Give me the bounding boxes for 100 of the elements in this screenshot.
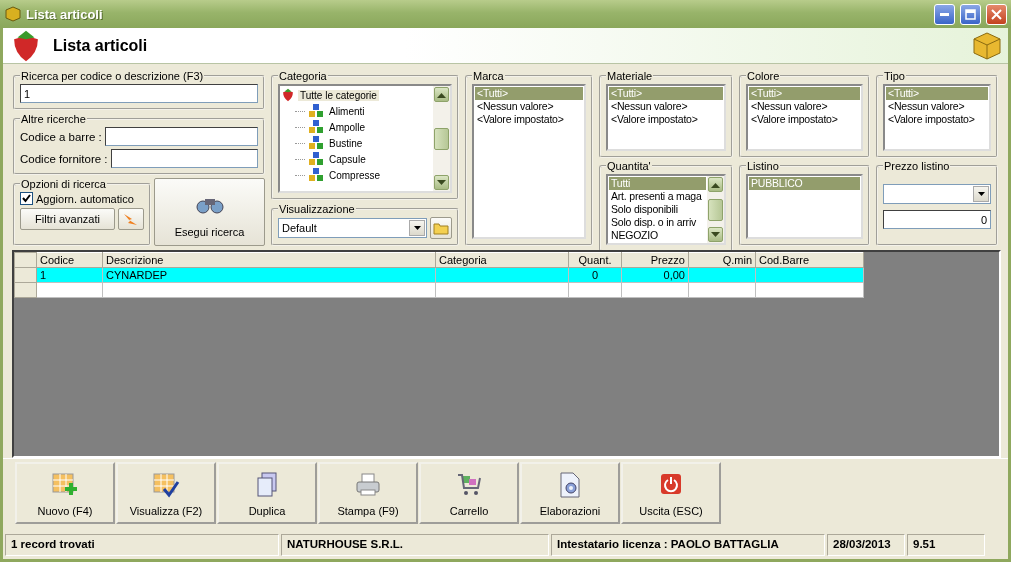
status-text: 28/03/2013: [827, 534, 905, 556]
tree-item[interactable]: Capsule: [327, 153, 368, 165]
column-header[interactable]: Descrizione: [102, 252, 436, 268]
column-header[interactable]: Q.min: [688, 252, 756, 268]
up-arrow-icon: [437, 91, 446, 98]
box-icon: [972, 30, 1002, 61]
list-item[interactable]: NEGOZIO: [609, 229, 706, 242]
list-box[interactable]: Tutti Art. presenti a maga Solo disponibili Solo disp. o in arriv NEGOZIO: [606, 174, 726, 245]
tree-item[interactable]: Alimenti: [327, 105, 367, 117]
table-cell: 0: [568, 267, 622, 283]
arrow-button[interactable]: [118, 208, 144, 230]
status-text: Intestatario licenza : PAOLO BATTAGLIA: [551, 534, 825, 556]
search-button[interactable]: Esegui ricerca: [154, 178, 265, 246]
list-item[interactable]: Solo disponibili: [609, 203, 706, 216]
table-cell: 1: [36, 267, 103, 283]
group-title: Ricerca per codice o descrizione (F3): [20, 70, 205, 82]
status-text: 9.51: [907, 534, 985, 556]
scroll-thumb[interactable]: [434, 127, 449, 150]
tree-item[interactable]: Tutte le categorie: [298, 89, 379, 101]
status-text: NATURHOUSE S.R.L.: [281, 534, 549, 556]
column-header[interactable]: Prezzo: [621, 252, 689, 268]
toolbar-button[interactable]: Nuovo (F4): [15, 462, 115, 524]
table-cell: CYNARDEP: [102, 267, 436, 283]
list-item[interactable]: Solo disp. o in arriv: [609, 216, 706, 229]
scroll-up-button[interactable]: [434, 87, 449, 102]
input-field[interactable]: [110, 149, 258, 168]
column-header[interactable]: Categoria: [435, 252, 569, 268]
cubes-icon: [308, 136, 324, 150]
input-field[interactable]: [104, 127, 258, 146]
scrollbar[interactable]: [707, 176, 724, 243]
cube-icon: [5, 6, 21, 22]
view-dropdown[interactable]: Default: [278, 218, 427, 238]
table-cell: 0,00: [621, 267, 689, 283]
list-item[interactable]: <Nessun valore>: [749, 100, 860, 113]
tree-item[interactable]: Bustine: [327, 137, 365, 149]
toolbar-button[interactable]: Visualizza (F2): [116, 462, 216, 524]
search-field[interactable]: 1: [20, 84, 258, 103]
group-title: Materiale: [606, 70, 654, 82]
list-item[interactable]: <Valore impostato>: [886, 113, 988, 126]
group-title: Colore: [746, 70, 781, 82]
grid-check-icon: [152, 471, 180, 499]
binoculars-icon: [194, 196, 225, 214]
list-item[interactable]: Art. presenti a maga: [609, 190, 706, 203]
minimize-button[interactable]: [934, 3, 955, 25]
list-item[interactable]: <Valore impostato>: [609, 113, 723, 126]
close-icon: [991, 8, 1002, 20]
down-arrow-icon: [711, 231, 720, 238]
list-item[interactable]: <Nessun valore>: [609, 100, 723, 113]
group-title: Listino: [746, 160, 780, 172]
list-box[interactable]: <Tutti> <Nessun valore> <Valore impostato>: [746, 84, 863, 151]
toolbar-button[interactable]: Elaborazioni: [520, 462, 620, 524]
window-title: Lista articoli: [26, 6, 104, 22]
scroll-up-button[interactable]: [708, 177, 723, 192]
list-item[interactable]: <Valore impostato>: [475, 113, 583, 126]
maximize-button[interactable]: [960, 3, 981, 25]
group-title: Categoria: [278, 70, 328, 82]
folder-button[interactable]: [430, 217, 452, 239]
down-arrow-icon: [437, 179, 446, 186]
folder-icon: [433, 221, 449, 235]
column-header[interactable]: Quant.: [568, 252, 622, 268]
group-title: Tipo: [883, 70, 906, 82]
checkbox-label: Aggiorn. automatico: [36, 192, 134, 205]
scroll-down-button[interactable]: [708, 227, 723, 242]
toolbar-button[interactable]: Stampa (F9): [318, 462, 418, 524]
printer-icon: [354, 471, 382, 499]
price-dropdown[interactable]: [883, 184, 991, 204]
scroll-down-button[interactable]: [434, 175, 449, 190]
cubes-icon: [308, 120, 324, 134]
close-button[interactable]: [986, 3, 1007, 25]
tree-item[interactable]: Compresse: [327, 169, 383, 181]
group-title: Prezzo listino: [883, 160, 951, 172]
group-title: Opzioni di ricerca: [20, 178, 107, 190]
scroll-thumb[interactable]: [708, 198, 723, 221]
list-item[interactable]: <Nessun valore>: [886, 100, 988, 113]
list-item[interactable]: <Nessun valore>: [475, 100, 583, 113]
category-tree[interactable]: Tutte le categorie Alimenti Ampolle Bustine Capsule Compresse: [278, 84, 452, 193]
column-header[interactable]: Cod.Barre: [755, 252, 864, 268]
maximize-icon: [965, 8, 976, 20]
list-box[interactable]: <Tutti> <Nessun valore> <Valore impostato>: [606, 84, 726, 151]
group-title: Marca: [472, 70, 505, 82]
cubes-icon: [308, 168, 324, 182]
minimize-icon: [940, 12, 949, 16]
group-title: Altre ricerche: [20, 113, 87, 125]
strawberry-icon: [281, 88, 295, 102]
toolbar-button[interactable]: Duplica: [217, 462, 317, 524]
field-label: Codice a barre :: [20, 130, 102, 143]
advanced-filters-button[interactable]: Filtri avanzati: [20, 208, 115, 230]
field-label: Codice fornitore :: [20, 152, 108, 165]
tree-item[interactable]: Ampolle: [327, 121, 368, 133]
list-box[interactable]: <Tutti> <Nessun valore> <Valore impostato>: [883, 84, 991, 151]
list-item[interactable]: <Valore impostato>: [749, 113, 860, 126]
toolbar-button[interactable]: Uscita (ESC): [621, 462, 721, 524]
scrollbar[interactable]: [433, 86, 450, 191]
list-box[interactable]: <Tutti> <Nessun valore> <Valore impostato>: [472, 84, 586, 239]
page-title: Lista articoli: [53, 36, 149, 55]
toolbar-button[interactable]: Carrello: [419, 462, 519, 524]
up-arrow-icon: [711, 181, 720, 188]
column-header[interactable]: Codice: [36, 252, 103, 268]
checkbox[interactable]: [20, 192, 33, 205]
price-field[interactable]: 0: [883, 210, 991, 229]
